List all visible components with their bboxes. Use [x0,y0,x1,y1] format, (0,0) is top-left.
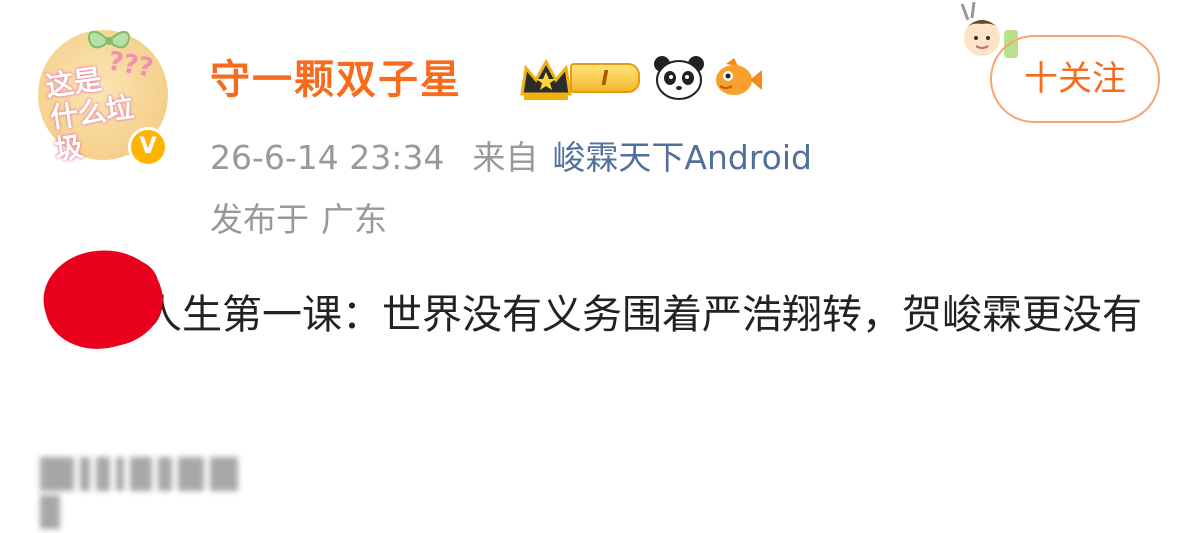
username[interactable]: 守一颗双子星 [210,52,462,108]
location-label: 发布于 [210,200,309,239]
post-timestamp: 26-6-14 23:34 [210,138,445,177]
post-content: 人生第一课：世界没有义务围着严浩翔转，贺峻霖更没有 [38,282,1168,348]
post-meta: 26-6-14 23:34 来自 峻霖天下Android [210,136,812,180]
from-label: 来自 [472,138,539,177]
verified-v-icon: V [128,127,168,167]
follow-button[interactable]: 十关注 [990,35,1160,123]
redaction-mark-2 [92,258,158,310]
post-content-text: 人生第一课：世界没有义务围着严浩翔转，贺峻霖更没有 [142,292,1142,338]
crown-icon [520,58,572,100]
blurred-footer-text [40,457,250,529]
panda-icon [654,56,704,100]
fish-icon [716,58,762,95]
location-value: 广东 [321,200,387,239]
post-location: 发布于 广东 [210,198,387,242]
post-source-link[interactable]: 峻霖天下Android [552,138,812,177]
level-badge: I [570,63,640,93]
